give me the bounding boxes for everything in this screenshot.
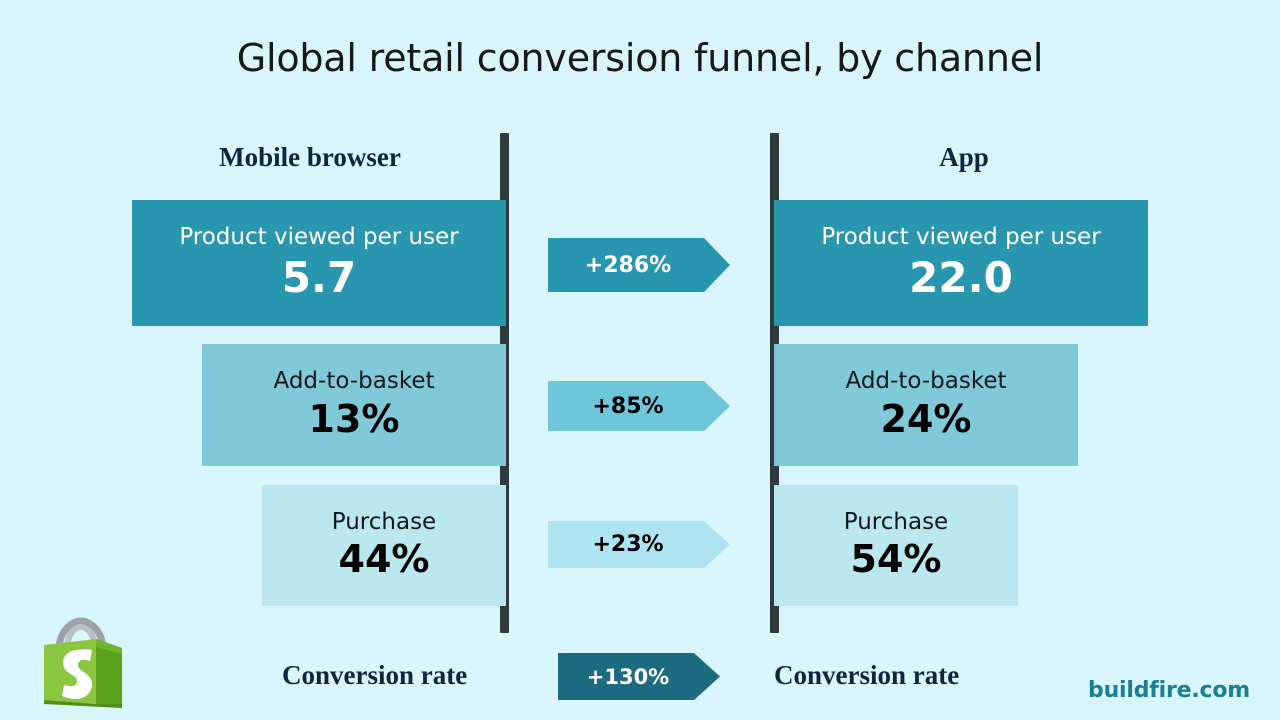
conversion-rate-label-left: Conversion rate	[282, 660, 468, 690]
delta-badge-add-to-basket: +85%	[548, 381, 730, 431]
funnel-bar-left-purchase: Purchase 44%	[262, 485, 506, 606]
column-heading-app: App	[939, 142, 989, 172]
funnel-bar-label: Purchase	[331, 508, 437, 535]
delta-badge-conversion-rate: +130%	[558, 653, 720, 700]
column-heading-mobile-browser: Mobile browser	[219, 142, 401, 172]
funnel-bar-label: Purchase	[843, 508, 949, 535]
conversion-rate-label-right: Conversion rate	[774, 660, 960, 690]
funnel-bar-value: 5.7	[281, 252, 357, 302]
infographic-canvas: Global retail conversion funnel, by chan…	[0, 0, 1280, 720]
funnel-bar-value: 13%	[308, 396, 400, 441]
shopify-bag-icon	[44, 617, 122, 708]
funnel-bar-label: Add-to-basket	[845, 368, 1007, 395]
funnel-bar-left-add-to-basket: Add-to-basket 13%	[202, 344, 506, 466]
funnel-bar-value: 24%	[880, 396, 972, 441]
funnel-bar-label: Product viewed per user	[179, 224, 459, 251]
funnel-bar-value: 22.0	[909, 252, 1013, 302]
funnel-bar-left-product-viewed: Product viewed per user 5.7	[132, 200, 506, 326]
funnel-bar-label: Product viewed per user	[821, 224, 1101, 251]
funnel-bar-label: Add-to-basket	[273, 368, 435, 395]
funnel-bar-value: 44%	[338, 537, 430, 582]
funnel-bar-right-purchase: Purchase 54%	[774, 485, 1018, 606]
page-title: Global retail conversion funnel, by chan…	[236, 36, 1044, 80]
funnel-bar-right-add-to-basket: Add-to-basket 24%	[774, 344, 1078, 466]
delta-badge-purchase: +23%	[548, 521, 730, 568]
funnel-bar-value: 54%	[850, 537, 942, 582]
delta-badge-product-viewed: +286%	[548, 238, 730, 292]
funnel-bar-right-product-viewed: Product viewed per user 22.0	[774, 200, 1148, 326]
buildfire-wordmark: buildfire.com	[1088, 678, 1250, 703]
